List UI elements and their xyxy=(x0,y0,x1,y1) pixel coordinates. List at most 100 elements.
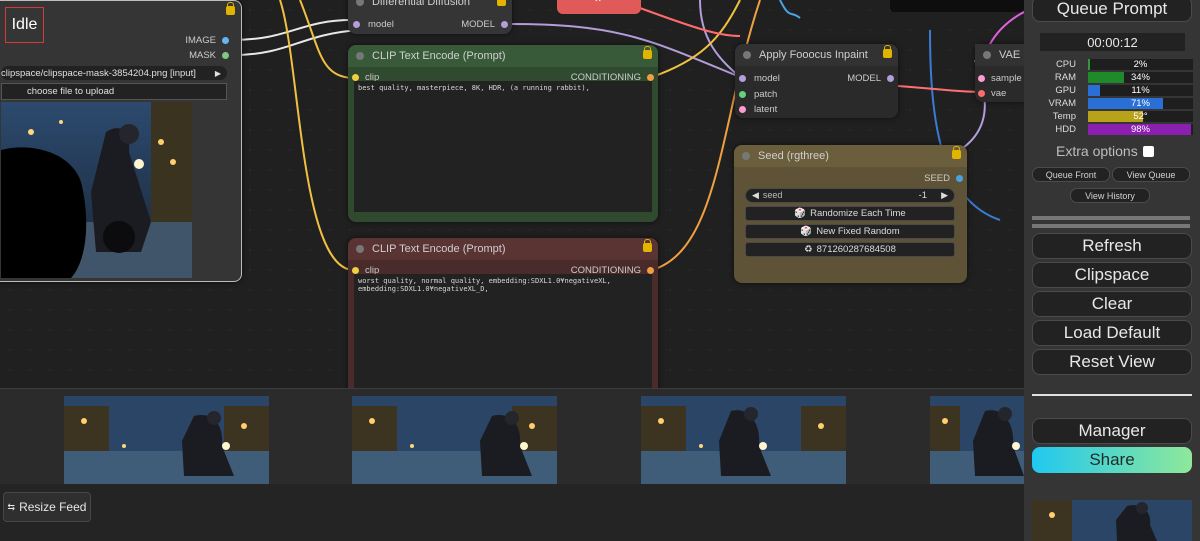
collapse-dot-icon[interactable] xyxy=(983,51,991,59)
share-button[interactable]: Share xyxy=(1032,447,1192,473)
collapse-dot-icon[interactable] xyxy=(356,52,364,60)
output-conditioning-dot[interactable] xyxy=(647,267,654,274)
node-title: CLIP Text Encode (Prompt) xyxy=(372,243,506,255)
decrement-arrow-icon[interactable]: ◀ seed xyxy=(752,190,782,201)
collapse-dot-icon[interactable] xyxy=(356,0,364,6)
stat-value: 71% xyxy=(1130,98,1150,109)
lock-icon xyxy=(643,46,652,59)
clip-text-encode-positive[interactable]: CLIP Text Encode (Prompt) clip CONDITION… xyxy=(348,45,658,222)
queue-prompt-button[interactable]: Queue Prompt xyxy=(1032,0,1192,22)
extra-options-checkbox[interactable] xyxy=(1142,145,1154,157)
output-image-label: IMAGE xyxy=(185,35,216,46)
stat-row-temp: Temp 52° xyxy=(1038,111,1198,123)
node-title: CLIP Text Encode (Prompt) xyxy=(372,50,506,62)
seed-rgthree-node[interactable]: Seed (rgthree) SEED ◀ seed -1 ▶ 🎲 Randomize… xyxy=(734,145,967,283)
input-patch-label: patch xyxy=(754,89,778,100)
timer-display: 00:00:12 xyxy=(1040,33,1185,51)
node-canvas[interactable]: Idle IMAGE MASK clipspace/clipspace-mask… xyxy=(0,0,1024,388)
red-node-top[interactable]: ⌃ xyxy=(557,0,641,14)
input-clip-dot[interactable] xyxy=(352,267,359,274)
extra-options-row: Extra options xyxy=(1056,143,1154,159)
extra-options-label: Extra options xyxy=(1056,143,1138,159)
differential-diffusion-node[interactable]: Differential Diffusion model MODEL xyxy=(348,0,512,34)
view-queue-button[interactable]: View Queue xyxy=(1112,167,1190,182)
stat-row-hdd: HDD 98% xyxy=(1038,124,1198,136)
input-patch-dot[interactable] xyxy=(739,91,746,98)
dice-icon: 🎲 xyxy=(794,208,807,219)
refresh-button[interactable]: Refresh xyxy=(1032,233,1192,259)
up-arrow-icon: ⌃ xyxy=(593,0,604,10)
resize-arrows-icon: ⇆ xyxy=(7,501,16,512)
upload-button[interactable]: choose file to upload xyxy=(1,83,227,100)
output-model-dot[interactable] xyxy=(887,75,894,82)
prompt-textarea[interactable]: best quality, masterpiece, 8K, HDR, (a r… xyxy=(354,81,652,212)
input-clip-dot[interactable] xyxy=(352,74,359,81)
output-seed-dot[interactable] xyxy=(956,175,963,182)
output-model-label: MODEL xyxy=(461,19,495,30)
input-latent-label: latent xyxy=(754,104,778,115)
side-menu-panel: Queue Prompt 00:00:12 CPU 2% RAM 34% GPU 11% V… xyxy=(1024,0,1200,541)
output-mask-label: MASK xyxy=(189,50,216,61)
fixed-random-label: New Fixed Random xyxy=(816,226,900,237)
resize-feed-button[interactable]: ⇆ Resize Feed xyxy=(3,492,91,522)
dark-node-top[interactable] xyxy=(890,0,1024,12)
input-model-dot[interactable] xyxy=(739,75,746,82)
stat-label: GPU xyxy=(1055,85,1076,96)
lock-icon xyxy=(883,45,892,58)
randomize-label: Randomize Each Time xyxy=(810,208,906,219)
collapse-dot-icon[interactable] xyxy=(356,245,364,253)
arrow-right-icon: ▶ xyxy=(214,68,221,78)
panel-preview-thumbnail[interactable] xyxy=(1032,500,1192,541)
randomize-each-time-button[interactable]: 🎲 Randomize Each Time xyxy=(745,206,955,221)
output-conditioning-dot[interactable] xyxy=(647,74,654,81)
feed-thumbnail[interactable] xyxy=(930,396,1024,484)
queue-front-button[interactable]: Queue Front xyxy=(1032,167,1110,182)
stat-value: 52° xyxy=(1133,111,1148,122)
input-latent-dot[interactable] xyxy=(739,106,746,113)
output-seed-label: SEED xyxy=(924,173,950,184)
lock-icon xyxy=(497,0,506,6)
stat-label: Temp xyxy=(1052,111,1076,122)
input-vae-label: vae xyxy=(991,88,1007,99)
new-fixed-random-button[interactable]: 🎲 New Fixed Random xyxy=(745,224,955,239)
clear-button[interactable]: Clear xyxy=(1032,291,1192,317)
seed-label: seed xyxy=(762,190,783,200)
last-seed-button[interactable]: ♻ 871260287684508 xyxy=(745,242,955,257)
output-model-dot[interactable] xyxy=(501,21,508,28)
output-mask-dot[interactable] xyxy=(222,52,229,59)
lock-icon xyxy=(643,239,652,252)
negative-prompt-textarea[interactable]: worst quality, normal quality, embedding… xyxy=(354,274,652,388)
stat-value: 11% xyxy=(1131,85,1150,96)
seed-number-input[interactable]: ◀ seed -1 ▶ xyxy=(745,188,955,203)
feed-thumbnail[interactable] xyxy=(641,396,846,484)
input-samples-dot[interactable] xyxy=(978,75,985,82)
collapse-dot-icon[interactable] xyxy=(742,152,750,160)
stat-row-gpu: GPU 11% xyxy=(1038,85,1198,97)
history-scrollbar[interactable] xyxy=(1032,224,1190,228)
output-model-label: MODEL xyxy=(847,73,881,84)
collapse-dot-icon[interactable] xyxy=(743,51,751,59)
increment-arrow-icon[interactable]: ▶ xyxy=(941,190,948,201)
clipspace-button[interactable]: Clipspace xyxy=(1032,262,1192,288)
feed-thumbnail[interactable] xyxy=(64,396,269,484)
apply-fooocus-inpaint-node[interactable]: Apply Fooocus Inpaint model patch latent… xyxy=(735,44,898,118)
image-select[interactable]: clipspace/clipspace-mask-3854204.png [in… xyxy=(1,66,227,80)
lock-icon xyxy=(226,2,235,15)
comfyui-window: Idle IMAGE MASK clipspace/clipspace-mask… xyxy=(0,0,1200,541)
input-model-label: model xyxy=(754,73,780,84)
queue-scrollbar[interactable] xyxy=(1032,216,1190,220)
reset-view-button[interactable]: Reset View xyxy=(1032,349,1192,375)
recycle-icon: ♻ xyxy=(804,244,813,255)
load-default-button[interactable]: Load Default xyxy=(1032,320,1192,346)
vae-decode-node[interactable]: VAE I sample vae xyxy=(975,44,1024,102)
input-model-dot[interactable] xyxy=(353,21,360,28)
output-image-dot[interactable] xyxy=(222,37,229,44)
input-vae-dot[interactable] xyxy=(978,90,985,97)
clip-text-encode-negative[interactable]: CLIP Text Encode (Prompt) clip CONDITION… xyxy=(348,238,658,388)
input-model-label: model xyxy=(368,19,394,30)
view-history-button[interactable]: View History xyxy=(1070,188,1150,203)
load-image-node[interactable]: Idle IMAGE MASK clipspace/clipspace-mask… xyxy=(0,0,242,282)
manager-button[interactable]: Manager xyxy=(1032,418,1192,444)
node-title: Differential Diffusion xyxy=(372,0,471,8)
feed-thumbnail[interactable] xyxy=(352,396,557,484)
